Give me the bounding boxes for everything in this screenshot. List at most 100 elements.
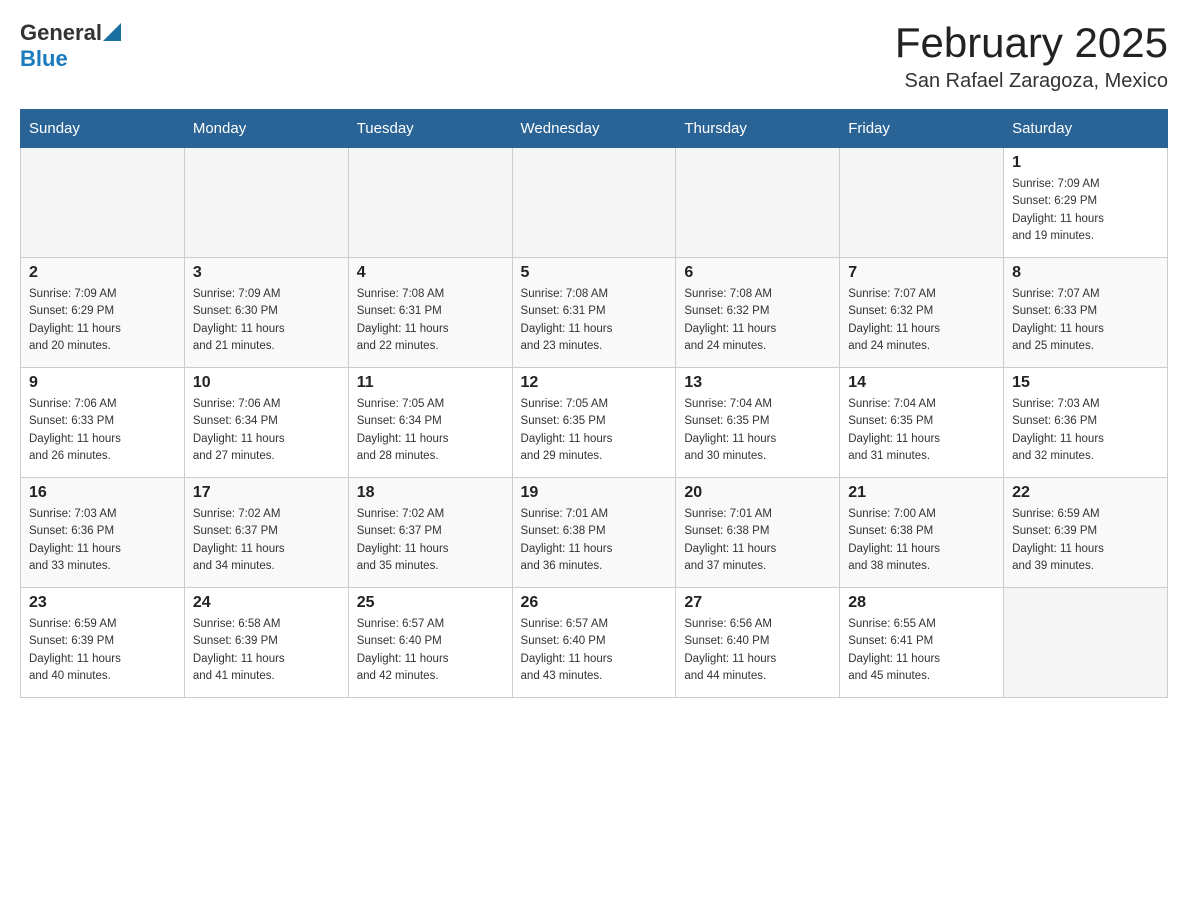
calendar-day-cell: 25Sunrise: 6:57 AM Sunset: 6:40 PM Dayli… [348, 588, 512, 698]
calendar-day-cell: 23 Sunrise: 6:59 AM Sunset: 6:39 PM Dayli… [21, 588, 185, 698]
day-info: Sunrise: 7:08 AM Sunset: 6:31 PM Dayligh… [521, 286, 668, 355]
calendar-day-cell: 16 Sunrise: 7:03 AM Sunset: 6:36 PM Dayli… [21, 478, 185, 588]
day-info: Sunrise: 6:57 AM Sunset: 6:40 PM Dayligh… [521, 616, 668, 685]
day-number: 7 [848, 264, 995, 282]
logo-general: General [20, 20, 102, 46]
page-header: General Blue February 2025 San Rafael Za… [20, 20, 1168, 93]
calendar-week-row: 23 Sunrise: 6:59 AM Sunset: 6:39 PM Dayli… [21, 588, 1168, 698]
day-number: 14 [848, 374, 995, 392]
calendar-day-cell [184, 148, 348, 258]
calendar-day-cell: 1 Sunrise: 7:09 AM Sunset: 6:29 PM Daylig… [1004, 148, 1168, 258]
day-info: Sunrise: 7:05 AM Sunset: 6:35 PM Dayligh… [521, 396, 668, 465]
day-info: Sunrise: 6:57 AM Sunset: 6:40 PM Dayligh… [357, 616, 504, 685]
day-info: Sunrise: 7:05 AM Sunset: 6:34 PM Dayligh… [357, 396, 504, 465]
location-title: San Rafael Zaragoza, Mexico [895, 70, 1168, 93]
day-number: 4 [357, 264, 504, 282]
day-number: 13 [684, 374, 831, 392]
day-number: 20 [684, 484, 831, 502]
col-header-saturday: Saturday [1004, 110, 1168, 148]
day-info: Sunrise: 7:09 AM Sunset: 6:30 PM Dayligh… [193, 286, 340, 355]
calendar-day-cell: 6Sunrise: 7:08 AM Sunset: 6:32 PM Daylig… [676, 258, 840, 368]
calendar-day-cell: 9Sunrise: 7:06 AM Sunset: 6:33 PM Daylig… [21, 368, 185, 478]
day-number: 21 [848, 484, 995, 502]
calendar-day-cell: 2 Sunrise: 7:09 AM Sunset: 6:29 PM Daylig… [21, 258, 185, 368]
day-info: Sunrise: 7:07 AM Sunset: 6:33 PM Dayligh… [1012, 286, 1159, 355]
day-info: Sunrise: 7:04 AM Sunset: 6:35 PM Dayligh… [684, 396, 831, 465]
calendar-day-cell: 24 Sunrise: 6:58 AM Sunset: 6:39 PM Dayli… [184, 588, 348, 698]
col-header-tuesday: Tuesday [348, 110, 512, 148]
col-header-wednesday: Wednesday [512, 110, 676, 148]
day-number: 2 [29, 264, 176, 282]
calendar-day-cell: 3 Sunrise: 7:09 AM Sunset: 6:30 PM Daylig… [184, 258, 348, 368]
day-info: Sunrise: 7:09 AM Sunset: 6:29 PM Dayligh… [29, 286, 176, 355]
day-number: 16 [29, 484, 176, 502]
calendar-day-cell: 15 Sunrise: 7:03 AM Sunset: 6:36 PM Dayli… [1004, 368, 1168, 478]
month-title: February 2025 [895, 20, 1168, 66]
logo-blue: Blue [20, 46, 68, 71]
day-info: Sunrise: 7:07 AM Sunset: 6:32 PM Dayligh… [848, 286, 995, 355]
day-info: Sunrise: 7:04 AM Sunset: 6:35 PM Dayligh… [848, 396, 995, 465]
calendar-day-cell [348, 148, 512, 258]
calendar-header-row: SundayMondayTuesdayWednesdayThursdayFrid… [21, 110, 1168, 148]
day-info: Sunrise: 7:00 AM Sunset: 6:38 PM Dayligh… [848, 506, 995, 575]
day-info: Sunrise: 7:08 AM Sunset: 6:31 PM Dayligh… [357, 286, 504, 355]
calendar-day-cell: 10Sunrise: 7:06 AM Sunset: 6:34 PM Dayli… [184, 368, 348, 478]
col-header-friday: Friday [840, 110, 1004, 148]
day-number: 15 [1012, 374, 1159, 392]
calendar-day-cell: 11Sunrise: 7:05 AM Sunset: 6:34 PM Dayli… [348, 368, 512, 478]
day-number: 28 [848, 594, 995, 612]
day-info: Sunrise: 6:58 AM Sunset: 6:39 PM Dayligh… [193, 616, 340, 685]
day-number: 5 [521, 264, 668, 282]
day-number: 24 [193, 594, 340, 612]
day-info: Sunrise: 7:03 AM Sunset: 6:36 PM Dayligh… [29, 506, 176, 575]
calendar-day-cell: 17 Sunrise: 7:02 AM Sunset: 6:37 PM Dayli… [184, 478, 348, 588]
day-number: 17 [193, 484, 340, 502]
day-info: Sunrise: 6:55 AM Sunset: 6:41 PM Dayligh… [848, 616, 995, 685]
day-number: 12 [521, 374, 668, 392]
calendar-week-row: 16 Sunrise: 7:03 AM Sunset: 6:36 PM Dayli… [21, 478, 1168, 588]
day-number: 3 [193, 264, 340, 282]
day-number: 26 [521, 594, 668, 612]
day-info: Sunrise: 6:56 AM Sunset: 6:40 PM Dayligh… [684, 616, 831, 685]
calendar-day-cell: 20 Sunrise: 7:01 AM Sunset: 6:38 PM Dayli… [676, 478, 840, 588]
calendar-day-cell: 5 Sunrise: 7:08 AM Sunset: 6:31 PM Daylig… [512, 258, 676, 368]
day-info: Sunrise: 7:02 AM Sunset: 6:37 PM Dayligh… [193, 506, 340, 575]
calendar-day-cell: 4 Sunrise: 7:08 AM Sunset: 6:31 PM Daylig… [348, 258, 512, 368]
day-number: 27 [684, 594, 831, 612]
day-info: Sunrise: 7:06 AM Sunset: 6:34 PM Dayligh… [193, 396, 340, 465]
day-info: Sunrise: 7:01 AM Sunset: 6:38 PM Dayligh… [521, 506, 668, 575]
day-number: 23 [29, 594, 176, 612]
calendar-day-cell: 7 Sunrise: 7:07 AM Sunset: 6:32 PM Daylig… [840, 258, 1004, 368]
day-number: 18 [357, 484, 504, 502]
calendar-table: SundayMondayTuesdayWednesdayThursdayFrid… [20, 109, 1168, 698]
calendar-day-cell: 19 Sunrise: 7:01 AM Sunset: 6:38 PM Dayli… [512, 478, 676, 588]
day-number: 1 [1012, 154, 1159, 172]
calendar-week-row: 9Sunrise: 7:06 AM Sunset: 6:33 PM Daylig… [21, 368, 1168, 478]
calendar-day-cell: 8Sunrise: 7:07 AM Sunset: 6:33 PM Daylig… [1004, 258, 1168, 368]
calendar-day-cell: 12 Sunrise: 7:05 AM Sunset: 6:35 PM Dayli… [512, 368, 676, 478]
calendar-day-cell [512, 148, 676, 258]
day-info: Sunrise: 7:06 AM Sunset: 6:33 PM Dayligh… [29, 396, 176, 465]
day-number: 22 [1012, 484, 1159, 502]
calendar-day-cell: 22 Sunrise: 6:59 AM Sunset: 6:39 PM Dayli… [1004, 478, 1168, 588]
calendar-day-cell: 13 Sunrise: 7:04 AM Sunset: 6:35 PM Dayli… [676, 368, 840, 478]
calendar-day-cell: 18Sunrise: 7:02 AM Sunset: 6:37 PM Dayli… [348, 478, 512, 588]
calendar-day-cell [840, 148, 1004, 258]
logo-triangle-icon [103, 23, 121, 41]
calendar-day-cell [21, 148, 185, 258]
calendar-day-cell [1004, 588, 1168, 698]
day-number: 6 [684, 264, 831, 282]
calendar-day-cell [676, 148, 840, 258]
day-info: Sunrise: 7:01 AM Sunset: 6:38 PM Dayligh… [684, 506, 831, 575]
day-info: Sunrise: 6:59 AM Sunset: 6:39 PM Dayligh… [1012, 506, 1159, 575]
day-info: Sunrise: 6:59 AM Sunset: 6:39 PM Dayligh… [29, 616, 176, 685]
calendar-week-row: 1 Sunrise: 7:09 AM Sunset: 6:29 PM Daylig… [21, 148, 1168, 258]
day-number: 19 [521, 484, 668, 502]
calendar-day-cell: 26 Sunrise: 6:57 AM Sunset: 6:40 PM Dayli… [512, 588, 676, 698]
calendar-day-cell: 28 Sunrise: 6:55 AM Sunset: 6:41 PM Dayli… [840, 588, 1004, 698]
logo: General Blue [20, 20, 121, 72]
calendar-day-cell: 27 Sunrise: 6:56 AM Sunset: 6:40 PM Dayli… [676, 588, 840, 698]
day-info: Sunrise: 7:03 AM Sunset: 6:36 PM Dayligh… [1012, 396, 1159, 465]
day-info: Sunrise: 7:09 AM Sunset: 6:29 PM Dayligh… [1012, 176, 1159, 245]
calendar-day-cell: 14 Sunrise: 7:04 AM Sunset: 6:35 PM Dayli… [840, 368, 1004, 478]
